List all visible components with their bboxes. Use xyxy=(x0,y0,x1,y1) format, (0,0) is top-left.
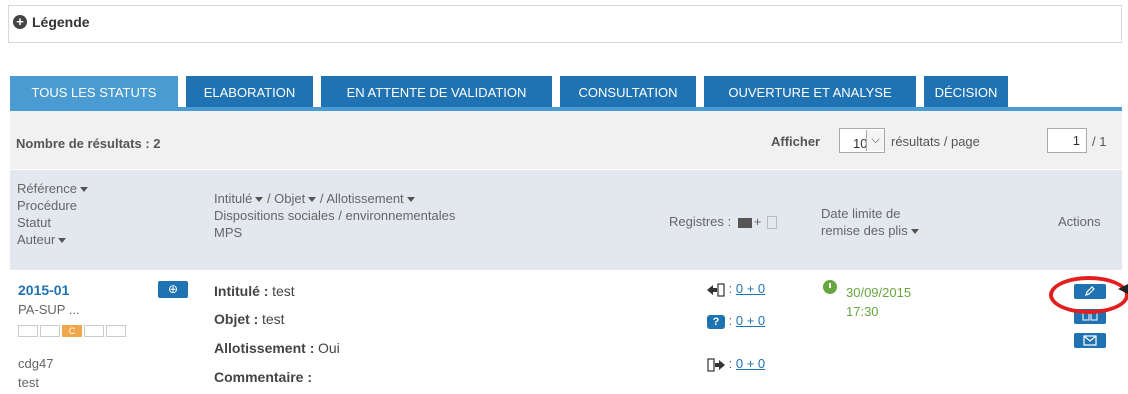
intitule-label: Intitulé : xyxy=(214,283,269,299)
caret-down-icon[interactable] xyxy=(406,197,415,203)
registres-label: Registres : xyxy=(669,214,732,229)
header-reference[interactable]: Référence xyxy=(17,181,77,196)
plus-circle-icon[interactable]: + xyxy=(13,15,27,29)
registres-plus: + xyxy=(753,214,762,229)
legend-panel[interactable] xyxy=(8,5,1122,43)
objet-value: test xyxy=(261,311,285,327)
status-cell xyxy=(84,325,104,337)
status-cell xyxy=(18,325,38,337)
results-count: Nombre de résultats : 2 xyxy=(16,136,161,151)
page-total: / 1 xyxy=(1092,134,1107,149)
status-cell-current: C xyxy=(62,325,82,337)
sort-reference[interactable]: Référence xyxy=(17,180,88,197)
header-dispositions: Dispositions sociales / environnementale… xyxy=(214,208,456,223)
page-number-input[interactable]: 1 xyxy=(1047,128,1087,153)
row-title: Intitulé : test xyxy=(214,283,295,299)
header-objet[interactable]: / Objet xyxy=(267,191,305,206)
legend-label[interactable]: Légende xyxy=(32,14,90,30)
tab-opening-analysis[interactable]: OUVERTURE ET ANALYSE xyxy=(704,76,916,107)
registre-colon: : xyxy=(728,281,733,296)
tab-elaboration[interactable]: ELABORATION xyxy=(186,76,313,107)
caret-down-icon[interactable] xyxy=(255,197,264,203)
header-deadline: Date limite de remise des plis xyxy=(821,205,919,239)
header-procedure: Procédure xyxy=(17,198,77,213)
email-button[interactable] xyxy=(1074,333,1106,348)
header-author[interactable]: Auteur xyxy=(17,232,55,247)
comment-label: Commentaire : xyxy=(214,369,313,385)
objet-label: Objet : xyxy=(214,311,259,327)
header-col-title: Intitulé / Objet / Allotissement Disposi… xyxy=(214,190,455,241)
header-actions: Actions xyxy=(1058,214,1101,229)
row-comment: Commentaire : xyxy=(214,369,312,385)
intitule-value: test xyxy=(272,283,295,299)
author-line2: test xyxy=(18,375,39,390)
procedure-text: PA-SUP ... xyxy=(18,302,80,317)
computer-icon[interactable] xyxy=(737,217,752,228)
header-col-reference: Référence Procédure Statut Auteur xyxy=(17,180,88,248)
sort-author[interactable]: Auteur xyxy=(17,231,88,248)
reference-link[interactable]: 2015-01 xyxy=(18,282,69,298)
registre-questions: ? : 0 + 0 xyxy=(707,313,765,329)
per-page-suffix: résultats / page xyxy=(891,134,980,149)
withdrawal-icon[interactable] xyxy=(707,282,725,297)
pointer-arrow-icon xyxy=(1118,284,1128,294)
registre-withdrawals-link[interactable]: 0 + 0 xyxy=(736,281,765,296)
registre-withdrawals: : 0 + 0 xyxy=(707,281,765,297)
tab-consultation[interactable]: CONSULTATION xyxy=(560,76,696,107)
deadline-date: 30/09/2015 17:30 xyxy=(846,283,911,321)
header-intitule[interactable]: Intitulé xyxy=(214,191,252,206)
allot-value: Oui xyxy=(317,340,340,356)
status-cell xyxy=(40,325,60,337)
registre-colon: : xyxy=(728,356,733,371)
registre-deposits-link[interactable]: 0 + 0 xyxy=(736,356,765,371)
row-allotment: Allotissement : Oui xyxy=(214,340,340,356)
table-header xyxy=(10,170,1122,270)
deposit-icon[interactable] xyxy=(707,357,725,372)
header-deadline-line1[interactable]: Date limite de xyxy=(821,205,919,222)
header-status: Statut xyxy=(17,215,51,230)
header-mps: MPS xyxy=(214,225,243,240)
tab-all-statuses[interactable]: TOUS LES STATUTS xyxy=(10,76,178,107)
zoom-in-icon[interactable]: ⊕ xyxy=(158,281,188,298)
caret-down-icon[interactable] xyxy=(308,197,317,203)
registre-questions-link[interactable]: 0 + 0 xyxy=(736,313,765,328)
author-line1: cdg47 xyxy=(18,356,54,371)
status-cell xyxy=(106,325,126,337)
tab-decision[interactable]: DÉCISION xyxy=(924,76,1008,107)
header-deadline-line2[interactable]: remise des plis xyxy=(821,223,908,238)
header-registres: Registres : + xyxy=(669,213,777,230)
question-icon[interactable]: ? xyxy=(707,314,725,329)
caret-down-icon[interactable] xyxy=(79,187,88,193)
registre-colon: : xyxy=(728,313,733,328)
tab-pending-validation[interactable]: EN ATTENTE DE VALIDATION xyxy=(321,76,552,107)
chevron-down-icon[interactable]: ⌵ xyxy=(866,130,884,151)
caret-down-icon[interactable] xyxy=(58,238,67,244)
highlight-circle xyxy=(1049,276,1128,314)
registre-deposits: : 0 + 0 xyxy=(707,356,765,372)
allot-label: Allotissement : xyxy=(214,340,315,356)
show-label: Afficher xyxy=(771,134,821,149)
deadline-date-value: 30/09/2015 xyxy=(846,285,912,300)
clock-icon xyxy=(823,280,837,294)
caret-down-icon[interactable] xyxy=(910,229,919,235)
document-icon[interactable] xyxy=(766,216,777,230)
header-allotissement[interactable]: / Allotissement xyxy=(320,191,404,206)
deadline-time-value: 17:30 xyxy=(846,304,879,319)
envelope-icon xyxy=(1083,334,1097,346)
row-object: Objet : test xyxy=(214,311,285,327)
